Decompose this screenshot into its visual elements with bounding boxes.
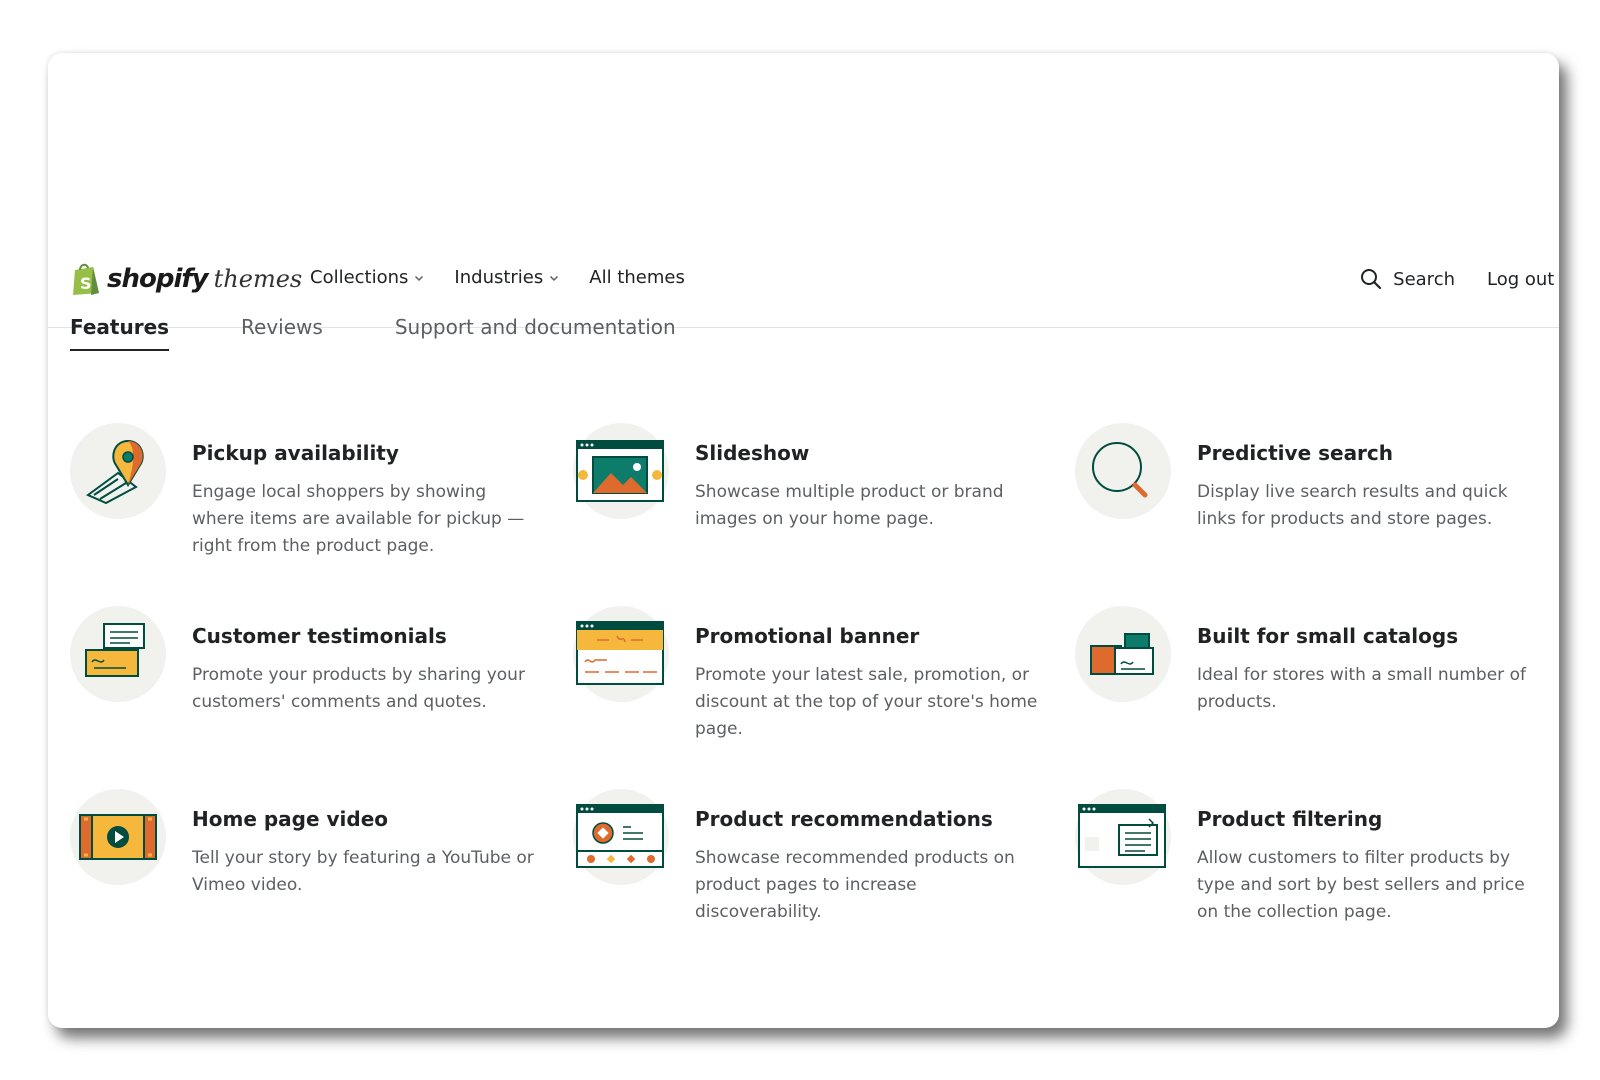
feature-desc: Tell your story by featuring a YouTube o… [192, 848, 534, 895]
feature-title: Slideshow [695, 441, 810, 465]
nav-industries-label: Industries [454, 267, 544, 288]
home-page-video-icon [70, 789, 166, 885]
brand-sub: themes [213, 265, 303, 293]
tab-features[interactable]: Features [70, 315, 170, 351]
feature-title: Predictive search [1197, 441, 1394, 465]
account-nav: Search Log out [1359, 267, 1559, 291]
chevron-down-icon [415, 275, 424, 281]
search-label: Search [1393, 268, 1455, 290]
feature-desc: Display live search results and quick li… [1197, 482, 1508, 529]
feature-title: Promotional banner [695, 624, 920, 648]
site-header: S shopify themes Collections Industries … [48, 193, 1559, 328]
page-card: S shopify themes Collections Industries … [48, 53, 1559, 1028]
feature-desc: Engage local shoppers by showing where i… [192, 482, 525, 556]
nav-all-themes-label: All themes [589, 267, 685, 288]
feature-desc: Promote your latest sale, promotion, or … [695, 665, 1038, 739]
feature-desc: Showcase recommended products on product… [695, 848, 1015, 922]
shopify-themes-logo[interactable]: S shopify themes [71, 261, 302, 297]
nav-collections[interactable]: Collections [310, 267, 424, 288]
feature-title: Customer testimonials [192, 624, 447, 648]
feature-desc: Promote your products by sharing your cu… [192, 665, 525, 712]
feature-desc: Showcase multiple product or brand image… [695, 482, 1004, 529]
search-button[interactable]: Search [1359, 267, 1455, 291]
customer-testimonials-icon [70, 606, 166, 702]
predictive-search-icon [1075, 423, 1171, 519]
feature-desc: Ideal for stores with a small number of … [1197, 665, 1526, 712]
feature-title: Built for small catalogs [1197, 624, 1459, 648]
feature-desc: Allow customers to filter products by ty… [1197, 848, 1525, 922]
main-nav: Collections Industries All themes [310, 267, 715, 288]
tab-reviews[interactable]: Reviews [241, 315, 323, 351]
tab-support-documentation[interactable]: Support and documentation [395, 315, 676, 351]
nav-industries[interactable]: Industries [454, 267, 559, 288]
brand-name: shopify [107, 264, 209, 294]
shopify-bag-icon: S [73, 263, 99, 295]
small-catalogs-icon [1075, 606, 1171, 702]
promotional-banner-icon [573, 606, 669, 702]
logout-link[interactable]: Log out [1487, 269, 1559, 290]
feature-title: Product recommendations [695, 807, 993, 831]
product-filtering-icon [1075, 789, 1171, 885]
pickup-availability-icon [70, 423, 166, 519]
nav-collections-label: Collections [310, 267, 409, 288]
feature-title: Product filtering [1197, 807, 1383, 831]
chevron-down-icon [550, 275, 559, 281]
svg-text:S: S [80, 274, 92, 293]
slideshow-icon [573, 423, 669, 519]
search-icon [1361, 269, 1382, 290]
product-recommendations-icon [573, 789, 669, 885]
theme-tabs: Features Reviews Support and documentati… [70, 315, 748, 351]
feature-title: Home page video [192, 807, 389, 831]
nav-all-themes[interactable]: All themes [589, 267, 685, 288]
feature-title: Pickup availability [192, 441, 399, 465]
